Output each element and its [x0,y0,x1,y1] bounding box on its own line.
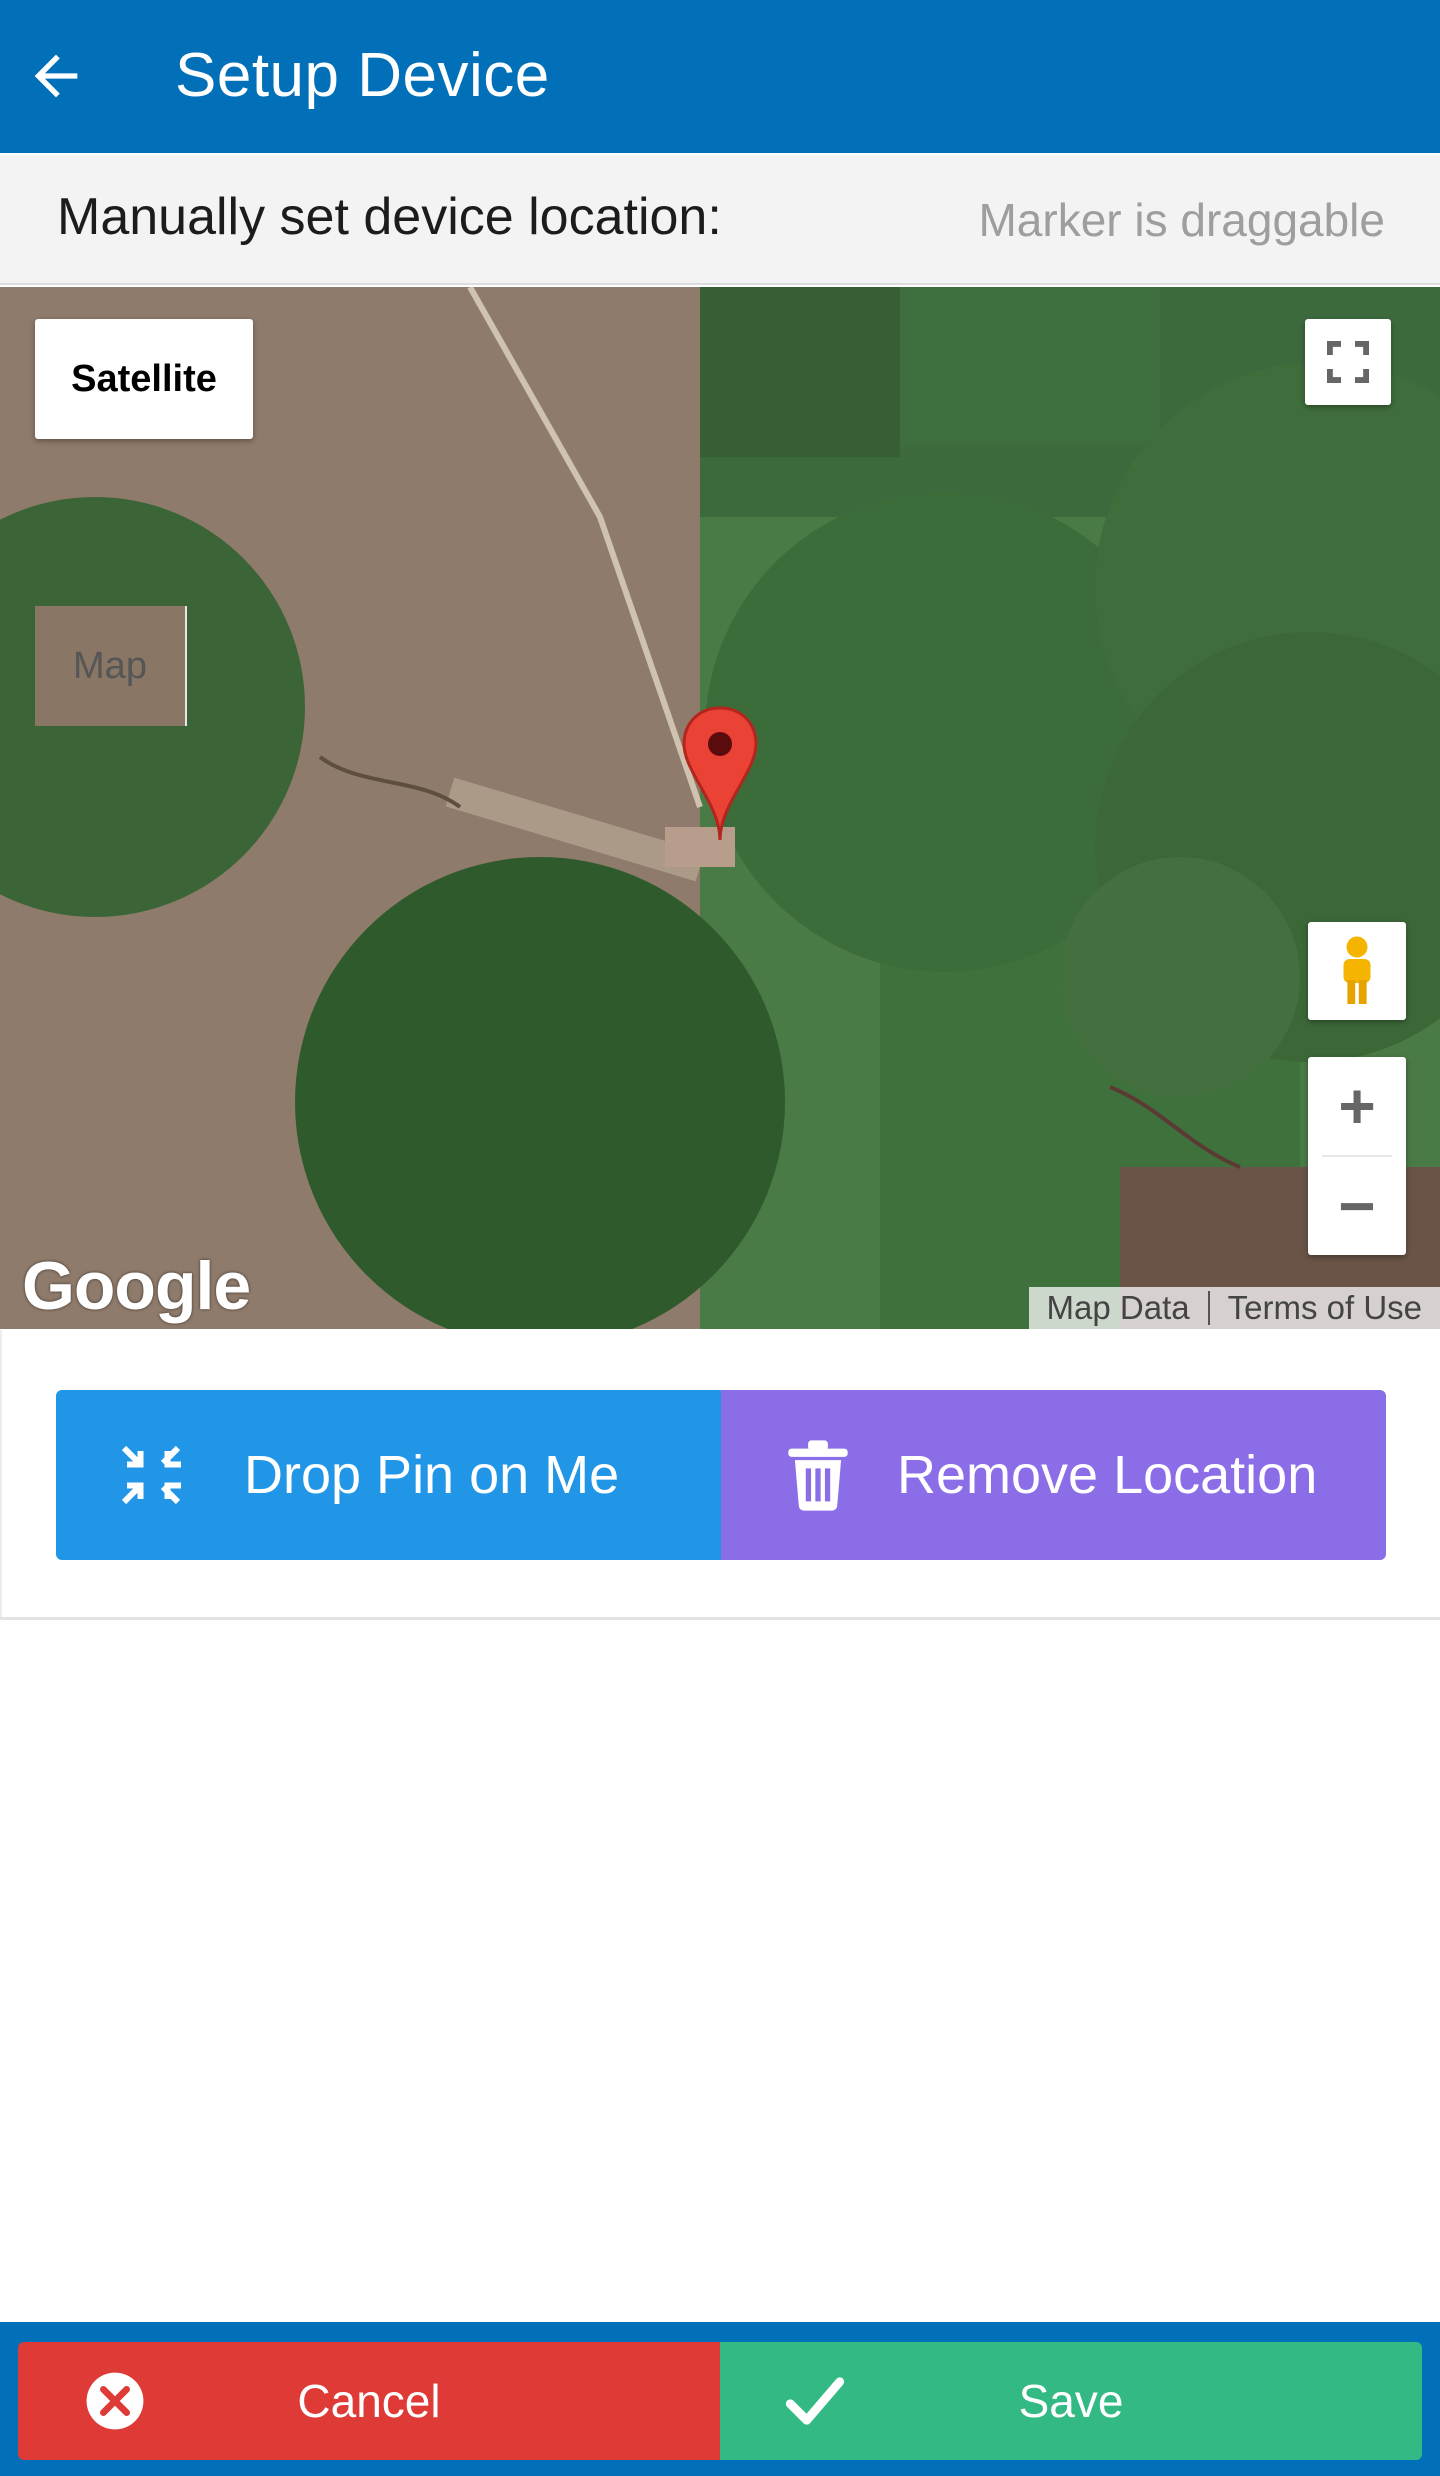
map-attribution: Map Data Terms of Use [1028,1287,1440,1329]
location-header-title: Manually set device location: [57,188,722,246]
remove-location-button[interactable]: Remove Location [721,1390,1386,1560]
fullscreen-button[interactable] [1305,319,1391,405]
google-logo: Google [22,1248,251,1324]
zoom-in-button[interactable]: + [1308,1057,1406,1155]
map-type-satellite[interactable]: Satellite [35,319,253,439]
location-header: Manually set device location: Marker is … [0,155,1440,285]
location-header-hint: Marker is draggable [978,194,1385,246]
pegman-icon [1343,936,1371,1004]
location-actions: Drop Pin on Me Remove Location [56,1390,1386,1560]
panel-edge [0,1330,2,1620]
section-divider [0,1617,1440,1620]
map-pin-icon [682,706,758,841]
location-marker[interactable] [680,704,760,844]
arrow-left-icon [34,54,78,98]
fullscreen-icon [1327,341,1369,383]
map-type-map[interactable]: Map [35,606,187,726]
save-button[interactable]: Save [720,2342,1422,2460]
compress-arrows-icon [106,1430,196,1520]
drop-pin-label: Drop Pin on Me [244,1445,620,1505]
back-button[interactable] [18,38,94,114]
remove-location-label: Remove Location [897,1445,1318,1505]
terms-of-use-link[interactable]: Terms of Use [1210,1287,1440,1329]
footer-bar: Cancel Save [0,2322,1440,2476]
trash-icon [773,1430,863,1520]
close-circle-icon [82,2368,148,2434]
app-bar: Setup Device [0,0,1440,153]
map-type-control: Map Satellite [35,319,253,726]
zoom-out-button[interactable]: − [1308,1157,1406,1255]
zoom-control: + − [1308,1057,1406,1255]
map-data-link[interactable]: Map Data [1029,1287,1208,1329]
cancel-button[interactable]: Cancel [18,2342,720,2460]
page-title: Setup Device [175,41,550,110]
check-icon [782,2368,848,2434]
drop-pin-button[interactable]: Drop Pin on Me [56,1390,721,1560]
street-view-button[interactable] [1308,922,1406,1020]
map-view[interactable]: Map Satellite + − Google Map Data Terms … [0,287,1440,1329]
